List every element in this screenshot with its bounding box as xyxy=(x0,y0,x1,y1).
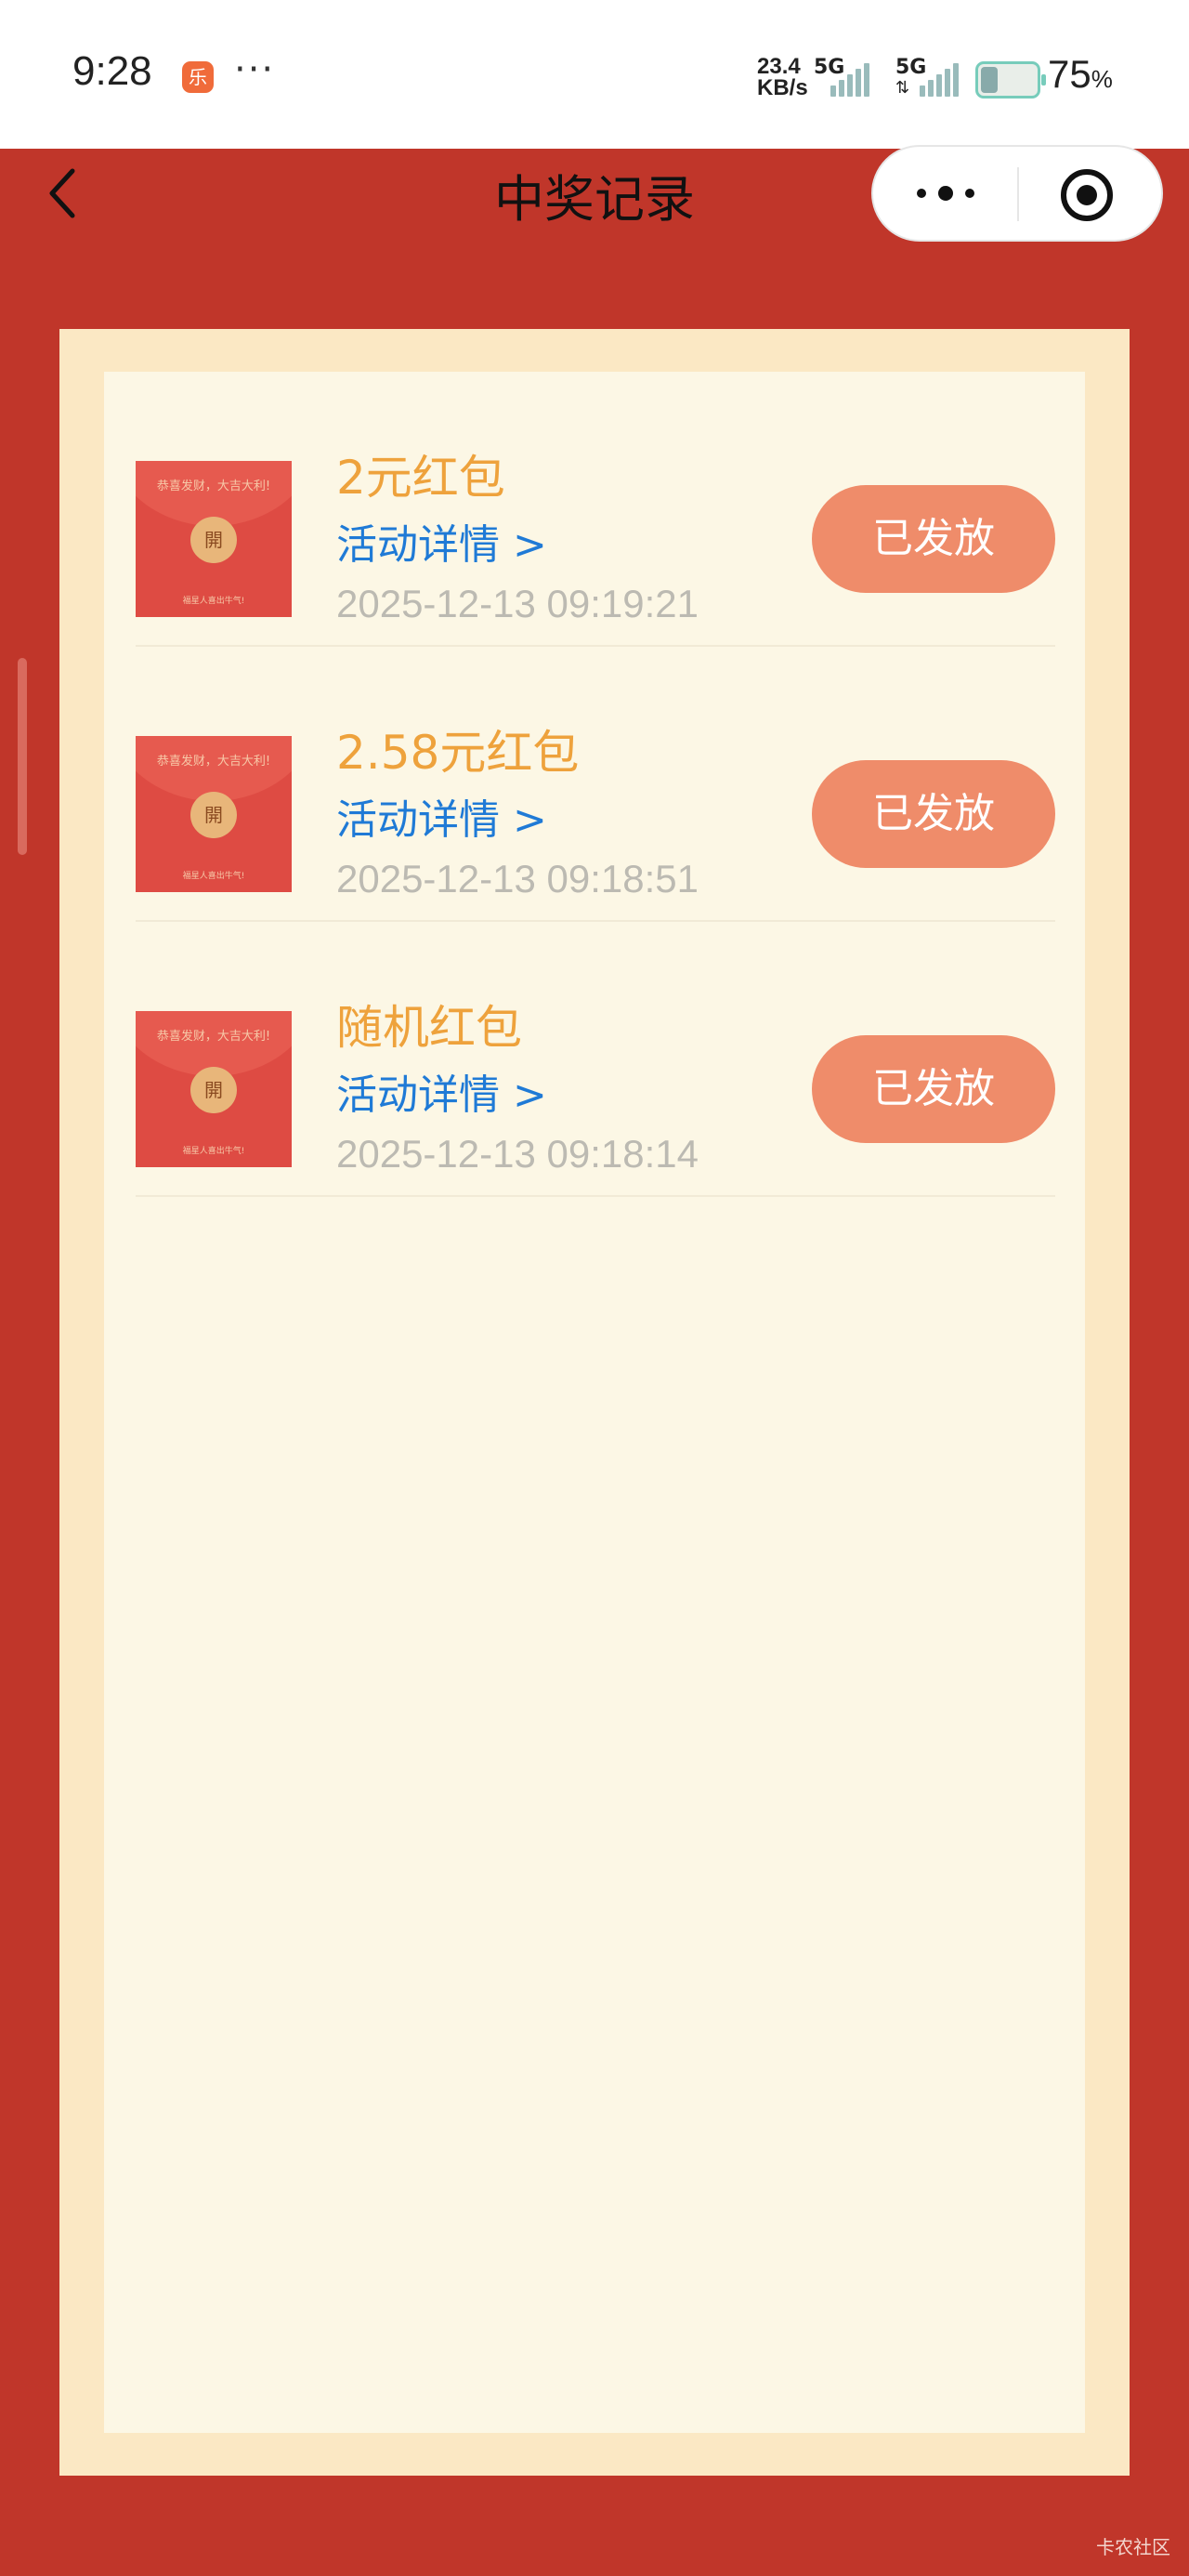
network-type-1: 5G xyxy=(814,56,845,79)
award-time: 2025-12-13 09:18:51 xyxy=(336,857,699,900)
battery-icon xyxy=(975,61,1046,99)
miniprogram-capsule xyxy=(871,145,1163,242)
record-row: 恭喜发财，大吉大利! 開 福星人喜出牛气! 2.58元红包 活动详情 > 202… xyxy=(136,647,1055,922)
envelope-seal-icon: 開 xyxy=(190,792,237,838)
content-frame: 恭喜发财，大吉大利! 開 福星人喜出牛气! 2元红包 活动详情 > 2025-1… xyxy=(59,329,1130,2476)
network-type-2: 5G xyxy=(895,56,927,79)
prize-name: 2.58元红包 xyxy=(336,726,580,780)
target-circle-icon[interactable] xyxy=(1059,167,1115,223)
activity-detail-link[interactable]: 活动详情 > xyxy=(336,1061,547,1121)
status-issued-button[interactable]: 已发放 xyxy=(812,760,1055,868)
status-issued-button[interactable]: 已发放 xyxy=(812,1035,1055,1143)
watermark: 卡农社区 xyxy=(1096,2536,1170,2558)
network-speed-unit: KB/s xyxy=(757,75,808,100)
red-envelope-image: 恭喜发财，大吉大利! 開 福星人喜出牛气! xyxy=(136,1011,292,1167)
record-row: 恭喜发财，大吉大利! 開 福星人喜出牛气! 随机红包 活动详情 > 2025-1… xyxy=(136,922,1055,1197)
edge-scroll-handle[interactable] xyxy=(18,658,27,855)
notification-overflow: ··· xyxy=(234,48,276,91)
more-dots-icon[interactable] xyxy=(910,177,981,210)
record-row: 恭喜发财，大吉大利! 開 福星人喜出牛气! 2元红包 活动详情 > 2025-1… xyxy=(136,372,1055,647)
capsule-divider xyxy=(1017,167,1019,221)
envelope-seal-icon: 開 xyxy=(190,517,237,563)
data-arrows-icon: ⇅ xyxy=(895,78,910,98)
network-speed: 23.4 KB/s xyxy=(757,56,808,99)
award-time: 2025-12-13 09:18:14 xyxy=(336,1132,699,1176)
activity-detail-link[interactable]: 活动详情 > xyxy=(336,786,547,846)
battery-percent: 75% xyxy=(1048,52,1113,96)
records-panel: 恭喜发财，大吉大利! 開 福星人喜出牛气! 2元红包 活动详情 > 2025-1… xyxy=(104,372,1085,2433)
status-issued-button[interactable]: 已发放 xyxy=(812,485,1055,593)
red-envelope-image: 恭喜发财，大吉大利! 開 福星人喜出牛气! xyxy=(136,736,292,892)
award-time: 2025-12-13 09:19:21 xyxy=(336,582,699,625)
status-bar: 9:28 乐 ··· 23.4 KB/s 5G 5G ⇅ 75% xyxy=(0,0,1189,149)
activity-detail-link[interactable]: 活动详情 > xyxy=(336,511,547,571)
envelope-seal-icon: 開 xyxy=(190,1067,237,1113)
network-speed-value: 23.4 xyxy=(757,54,801,79)
prize-name: 随机红包 xyxy=(336,1001,522,1055)
red-envelope-image: 恭喜发财，大吉大利! 開 福星人喜出牛气! xyxy=(136,461,292,617)
clock: 9:28 xyxy=(72,48,152,94)
app-notification-icon: 乐 xyxy=(182,61,214,93)
prize-name: 2元红包 xyxy=(336,451,505,505)
